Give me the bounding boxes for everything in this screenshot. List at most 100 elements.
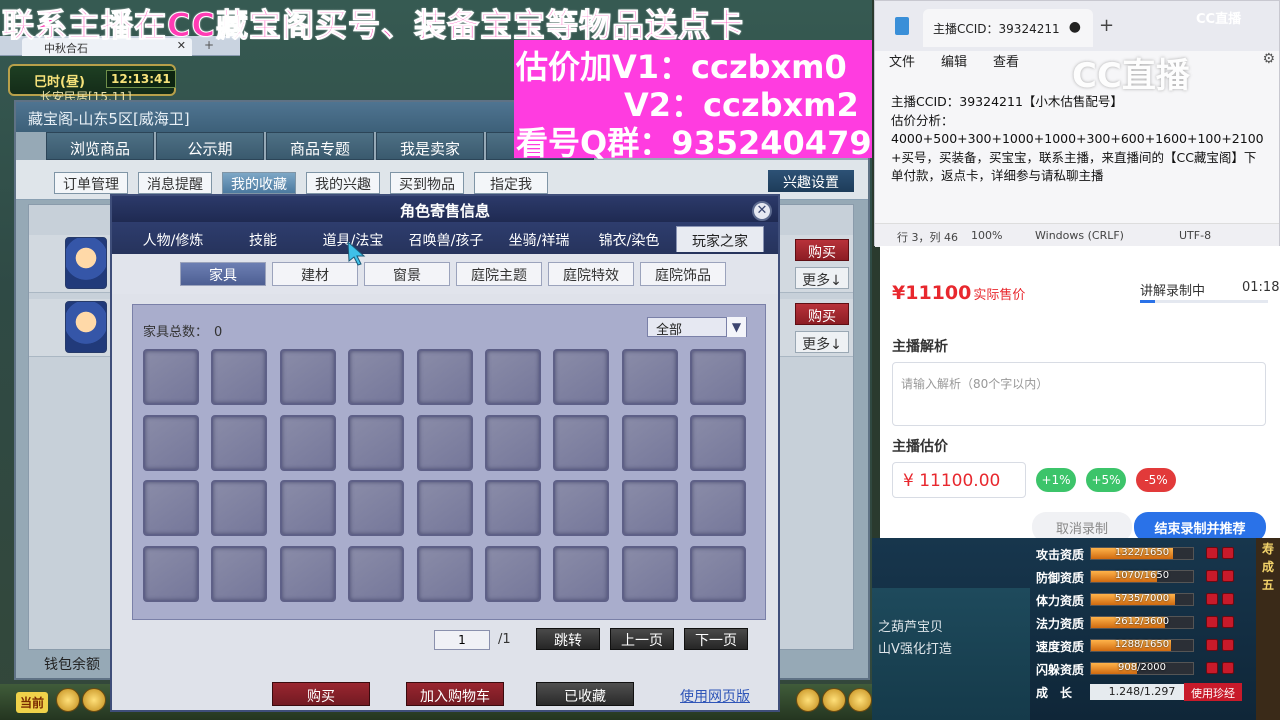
stat-minus-button[interactable]: [1206, 570, 1218, 582]
furniture-slot[interactable]: [416, 349, 473, 405]
furniture-slot[interactable]: [553, 414, 610, 471]
category-yard-theme[interactable]: 庭院主题: [456, 262, 542, 286]
furniture-slot[interactable]: [416, 480, 473, 536]
furniture-slot[interactable]: [143, 480, 199, 536]
stat-plus-button[interactable]: [1222, 570, 1234, 582]
furniture-slot[interactable]: [690, 349, 747, 405]
system-icon[interactable]: [848, 688, 872, 712]
furniture-slot[interactable]: [143, 545, 199, 602]
tab-public[interactable]: 公示期: [156, 132, 264, 160]
category-window-view[interactable]: 窗景: [364, 262, 450, 286]
furniture-slot[interactable]: [279, 545, 336, 602]
furniture-slot[interactable]: [484, 545, 541, 602]
tab-browse[interactable]: 浏览商品: [46, 132, 154, 160]
stat-plus-button[interactable]: [1222, 639, 1234, 651]
filter-select[interactable]: 全部 ▼: [647, 317, 747, 338]
furniture-slot[interactable]: [211, 349, 268, 405]
furniture-slot[interactable]: [211, 545, 268, 602]
add-to-cart-button[interactable]: 加入购物车: [406, 682, 504, 706]
plus-icon[interactable]: +: [204, 38, 214, 52]
game-tab[interactable]: 中秋合石 ✕ +: [22, 38, 214, 56]
furniture-slot[interactable]: [690, 545, 747, 602]
furniture-slot[interactable]: [690, 480, 747, 536]
plus-5-button[interactable]: +5%: [1086, 468, 1126, 492]
estimate-input[interactable]: ¥ 11100.00: [892, 462, 1026, 498]
buy-button[interactable]: 购买: [795, 303, 849, 325]
furniture-slot[interactable]: [279, 414, 336, 471]
tab-seller[interactable]: 我是卖家: [376, 132, 484, 160]
subtab-favorites[interactable]: 我的收藏: [222, 172, 296, 194]
stat-plus-button[interactable]: [1222, 593, 1234, 605]
stat-minus-button[interactable]: [1206, 593, 1218, 605]
furniture-slot[interactable]: [416, 545, 473, 602]
notepad-text[interactable]: 主播CCID：39324211【小木估售配号】 估价分析： 4000+500+3…: [891, 93, 1267, 186]
stat-plus-button[interactable]: [1222, 616, 1234, 628]
pet-icon[interactable]: [822, 688, 846, 712]
furniture-slot[interactable]: [484, 349, 541, 405]
interest-settings-button[interactable]: 兴趣设置: [768, 170, 854, 192]
furniture-slot[interactable]: [621, 480, 678, 536]
menu-view[interactable]: 查看: [993, 51, 1019, 70]
furniture-slot[interactable]: [621, 349, 678, 405]
furniture-slot[interactable]: [279, 480, 336, 536]
buy-button[interactable]: 购买: [795, 239, 849, 261]
tab-character[interactable]: 人物/修炼: [130, 226, 216, 252]
menu-file[interactable]: 文件: [889, 51, 915, 70]
analysis-input[interactable]: 请输入解析（80个字以内）: [892, 362, 1266, 426]
stat-minus-button[interactable]: [1206, 639, 1218, 651]
menu-edit[interactable]: 编辑: [941, 51, 967, 70]
furniture-slot[interactable]: [553, 545, 610, 602]
emote-icon[interactable]: [82, 688, 106, 712]
stat-plus-button[interactable]: [1222, 662, 1234, 674]
stat-minus-button[interactable]: [1206, 616, 1218, 628]
furniture-slot[interactable]: [348, 414, 405, 471]
subtab-bought[interactable]: 买到物品: [390, 172, 464, 194]
minus-5-button[interactable]: -5%: [1136, 468, 1176, 492]
more-button[interactable]: 更多↓: [795, 331, 849, 353]
notepad-tab[interactable]: 主播CCID：39324211 ●: [923, 9, 1093, 47]
furniture-slot[interactable]: [553, 480, 610, 536]
new-tab-icon[interactable]: +: [1099, 15, 1114, 36]
buy-button[interactable]: 购买: [272, 682, 370, 706]
furniture-slot[interactable]: [348, 349, 405, 405]
category-furniture[interactable]: 家具: [180, 262, 266, 286]
furniture-slot[interactable]: [211, 480, 268, 536]
mic-icon[interactable]: [56, 688, 80, 712]
furniture-slot[interactable]: [484, 480, 541, 536]
close-icon[interactable]: ✕: [177, 39, 186, 52]
subtab-assigned[interactable]: 指定我: [474, 172, 548, 194]
furniture-slot[interactable]: [143, 349, 199, 405]
page-input[interactable]: 1: [434, 630, 490, 650]
prev-page-button[interactable]: 上一页: [610, 628, 674, 650]
tab-outfits[interactable]: 锦衣/染色: [586, 226, 672, 252]
stat-minus-button[interactable]: [1206, 662, 1218, 674]
more-button[interactable]: 更多↓: [795, 267, 849, 289]
tab-skills[interactable]: 技能: [220, 226, 306, 252]
furniture-slot[interactable]: [553, 349, 610, 405]
tab-topic[interactable]: 商品专题: [266, 132, 374, 160]
subtab-messages[interactable]: 消息提醒: [138, 172, 212, 194]
stat-plus-button[interactable]: [1222, 547, 1234, 559]
tab-pets[interactable]: 召唤兽/孩子: [400, 226, 492, 252]
category-yard-effects[interactable]: 庭院特效: [548, 262, 634, 286]
furniture-slot[interactable]: [143, 414, 199, 471]
furniture-slot[interactable]: [621, 545, 678, 602]
stat-minus-button[interactable]: [1206, 547, 1218, 559]
furniture-slot[interactable]: [211, 414, 268, 471]
furniture-slot[interactable]: [416, 414, 473, 471]
furniture-slot[interactable]: [348, 480, 405, 536]
favorited-button[interactable]: 已收藏: [536, 682, 634, 706]
tab-mounts[interactable]: 坐骑/祥瑞: [496, 226, 582, 252]
face-icon[interactable]: [796, 688, 820, 712]
subtab-interests[interactable]: 我的兴趣: [306, 172, 380, 194]
furniture-slot[interactable]: [348, 545, 405, 602]
chevron-down-icon[interactable]: ▼: [726, 317, 746, 337]
tab-player-home[interactable]: 玩家之家: [676, 226, 764, 252]
web-version-link[interactable]: 使用网页版: [680, 686, 750, 706]
unsaved-dot-icon[interactable]: ●: [1069, 19, 1081, 35]
furniture-slot[interactable]: [484, 414, 541, 471]
use-item-button[interactable]: 使用珍经: [1184, 683, 1242, 701]
furniture-slot[interactable]: [690, 414, 747, 471]
jump-button[interactable]: 跳转: [536, 628, 600, 650]
furniture-slot[interactable]: [621, 414, 678, 471]
